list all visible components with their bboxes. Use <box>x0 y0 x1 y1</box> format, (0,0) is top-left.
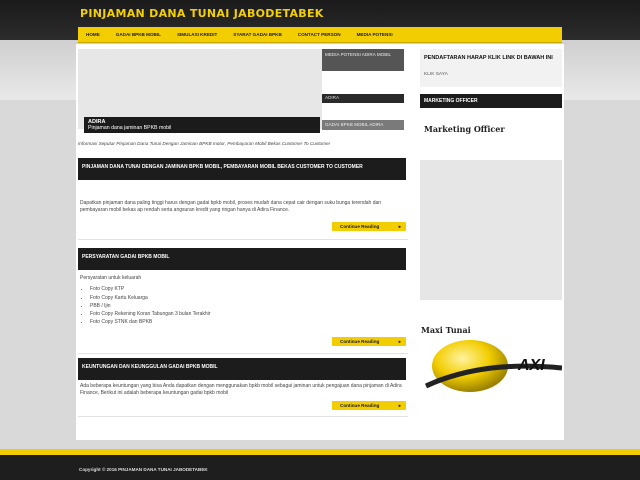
marketing-officer-panel <box>420 160 562 300</box>
continue-reading-button[interactable]: Continue Reading ▸ <box>332 222 406 231</box>
continue-reading-button[interactable]: Continue Reading ▸ <box>332 401 406 410</box>
marketing-officer-heading: Marketing Officer <box>424 124 505 134</box>
info-notice: Informasi Seputar Pinjaman Dana Tunai De… <box>78 141 331 146</box>
main-navigation: HOME GADAI BPKB MOBIL SIMULASI KREDIT SY… <box>78 27 562 43</box>
arrow-right-icon: ▸ <box>398 338 401 344</box>
page-content: ADIRA Pinjaman dana jaminan BPKB mobil M… <box>76 44 564 440</box>
slider-caption-subtitle: Pinjaman dana jaminan BPKB mobil <box>88 125 172 131</box>
continue-reading-label: Continue Reading <box>340 224 380 229</box>
registration-widget-title: PENDAFTARAN HARAP KLIK LINK DI BAWAH INI <box>420 49 562 69</box>
list-item: Foto Copy STNK dan BPKB <box>90 319 406 326</box>
nav-item-contact-person[interactable]: CONTACT PERSON <box>290 32 349 37</box>
logo-text: AXI <box>517 357 545 374</box>
maxi-tunai-heading: Maxi Tunai <box>421 325 471 335</box>
continue-reading-label: Continue Reading <box>340 403 380 408</box>
requirements-list: Foto Copy KTP Foto Copy Kartu Keluarga P… <box>90 286 406 326</box>
list-item: Foto Copy Kartu Keluarga <box>90 295 406 302</box>
arrow-right-icon: ▸ <box>398 402 401 408</box>
slider-caption-title: ADIRA <box>88 119 106 125</box>
post-excerpt: Ada beberapa keuntungan yang bisa Anda d… <box>80 383 402 397</box>
marketing-widget: MARKETING OFFICER <box>420 94 562 108</box>
continue-reading-label: Continue Reading <box>340 339 380 344</box>
marketing-widget-title: MARKETING OFFICER <box>420 94 562 108</box>
footer-copyright: Copyright © 2016 PINJAMAN DANA TUNAI JAB… <box>79 467 208 472</box>
nav-item-home[interactable]: HOME <box>78 32 108 37</box>
registration-widget: PENDAFTARAN HARAP KLIK LINK DI BAWAH INI… <box>420 49 562 87</box>
arrow-right-icon: ▸ <box>398 223 401 229</box>
post-title[interactable]: PINJAMAN DANA TUNAI DENGAN JAMINAN BPKB … <box>78 158 406 180</box>
post-title[interactable]: PERSYARATAN GADAI BPKB MOBIL <box>78 248 406 270</box>
continue-reading-button[interactable]: Continue Reading ▸ <box>332 337 406 346</box>
featured-slider[interactable]: ADIRA Pinjaman dana jaminan BPKB mobil <box>78 49 322 133</box>
nav-item-media-potensi[interactable]: MEDIA POTENSI <box>349 32 401 37</box>
divider <box>78 416 408 417</box>
slider-thumb-3[interactable]: GADAI BPKB MOBIL ADIRA <box>322 120 404 130</box>
registration-link[interactable]: KLIK SAYA <box>420 69 562 80</box>
post-title[interactable]: KEUNTUNGAN DAN KEUNGGULAN GADAI BPKB MOB… <box>78 358 406 380</box>
nav-item-simulasi-kredit[interactable]: SIMULASI KREDIT <box>169 32 225 37</box>
slider-thumb-2[interactable]: ADIRA <box>322 94 404 103</box>
divider <box>78 353 408 354</box>
post-excerpt: Persyaratan untuk keluarah Foto Copy KTP… <box>80 275 406 328</box>
list-item: Foto Copy Rekening Koran Tabungan 3 bula… <box>90 311 406 318</box>
list-item: Foto Copy KTP <box>90 286 406 293</box>
list-item: PBB / Ijin <box>90 303 406 310</box>
slider-caption: ADIRA Pinjaman dana jaminan BPKB mobil <box>84 117 320 133</box>
divider <box>78 239 408 240</box>
nav-item-gadai-bpkb-mobil[interactable]: GADAI BPKB MOBIL <box>108 32 169 37</box>
post-excerpt: Dapatkan pinjaman dana paling tinggi har… <box>80 200 382 214</box>
site-title[interactable]: PINJAMAN DANA TUNAI JABODETABEK <box>80 7 324 20</box>
post-intro: Persyaratan untuk keluarah <box>80 275 142 281</box>
nav-item-syarat-gadai[interactable]: SYARAT GADAI BPKB <box>225 32 290 37</box>
slider-thumb-1[interactable]: MEDIA POTENSI ADIRA MOBIL <box>322 49 404 71</box>
maxi-tunai-logo: AXI <box>424 340 562 392</box>
